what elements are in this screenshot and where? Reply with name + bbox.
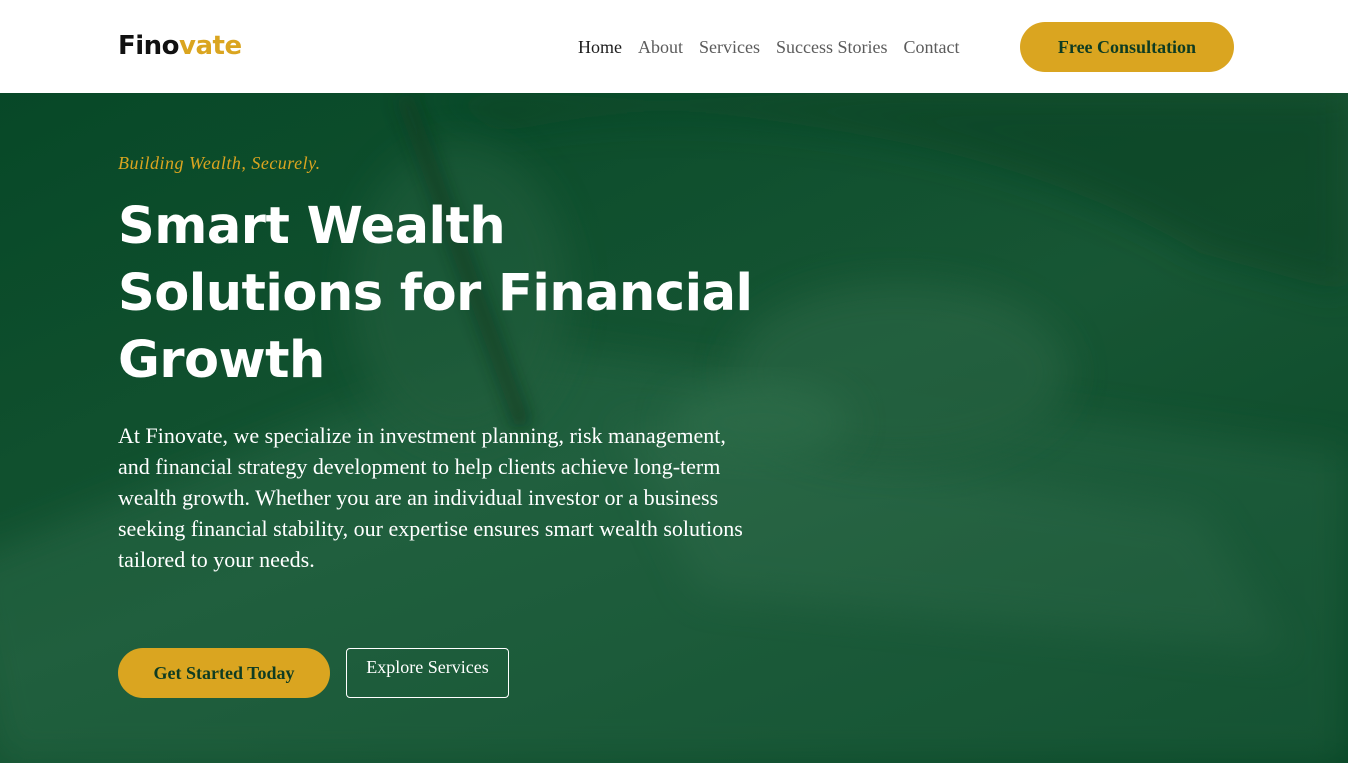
explore-services-button[interactable]: Explore Services [346,648,509,698]
hero-description: At Finovate, we specialize in investment… [118,423,743,572]
hero-section: Building Wealth, Securely. Smart Wealth … [0,93,1348,763]
get-started-button[interactable]: Get Started Today [118,648,330,698]
hero-tagline: Building Wealth, Securely. [118,153,321,173]
nav-link-home[interactable]: Home [578,35,622,59]
logo-text-accent: vate [179,31,242,61]
site-header: Finovate Home About Services Success Sto… [0,0,1348,93]
nav-link-success-stories[interactable]: Success Stories [776,35,888,59]
main-nav: Home About Services Success Stories Cont… [578,35,959,59]
logo-text-primary: Fino [118,31,180,61]
logo[interactable]: Finovate [118,29,242,63]
hero-title: Smart Wealth Solutions for Financial Gro… [118,197,753,390]
nav-link-about[interactable]: About [638,35,683,59]
free-consultation-button[interactable]: Free Consultation [1020,22,1234,72]
nav-link-services[interactable]: Services [699,35,760,59]
nav-link-contact[interactable]: Contact [903,35,959,59]
